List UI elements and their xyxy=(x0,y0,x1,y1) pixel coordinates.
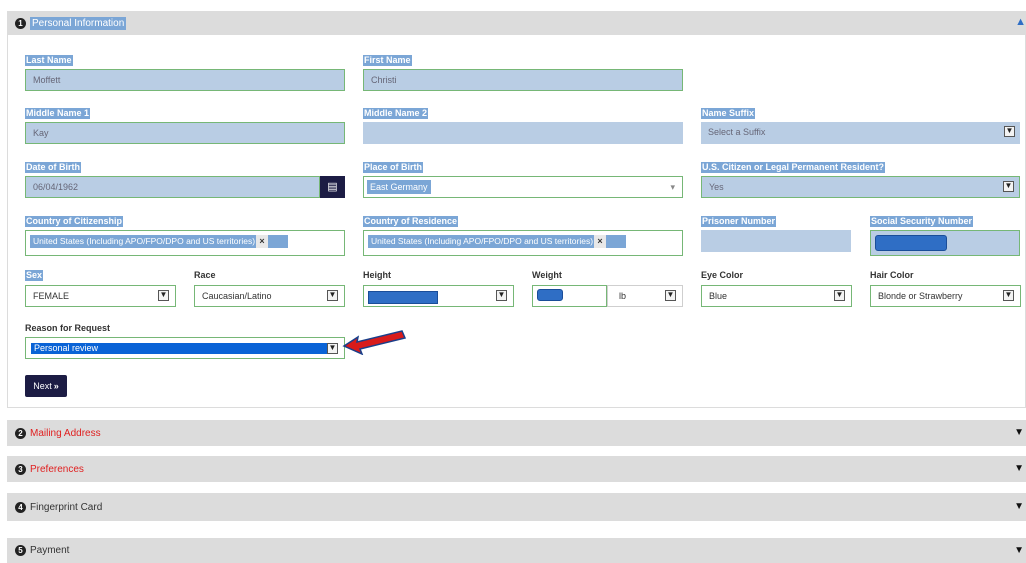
country-residence-input[interactable]: United States (Including APO/FPO/DPO and… xyxy=(363,230,683,256)
step-3-badge: 3 xyxy=(15,463,26,475)
height-redaction xyxy=(368,291,438,304)
ssn-redaction xyxy=(875,235,947,251)
step-2-badge: 2 xyxy=(15,427,26,439)
payment-panel[interactable]: 5 Payment ▼ xyxy=(7,538,1026,563)
calendar-icon: ▤ xyxy=(327,181,338,193)
step-4-badge: 4 xyxy=(15,501,26,513)
last-name-label: Last Name xyxy=(25,55,73,66)
dob-input[interactable]: 06/04/1962 xyxy=(25,176,320,198)
sex-label: Sex xyxy=(25,270,44,281)
remove-tag-icon[interactable]: × xyxy=(256,235,268,248)
chevron-down-icon: ▼ xyxy=(1003,181,1014,192)
preferences-title: Preferences xyxy=(30,463,84,475)
country-citizenship-tag: United States (Including APO/FPO/DPO and… xyxy=(30,235,256,248)
chevron-down-icon: ▼ xyxy=(1014,463,1024,474)
ssn-label: Social Security Number xyxy=(870,216,974,227)
chevron-down-icon: ▼ xyxy=(1014,427,1024,438)
citizen-label: U.S. Citizen or Legal Permanent Resident… xyxy=(701,162,886,173)
weight-label: Weight xyxy=(532,270,562,280)
chevron-down-icon: ▼ xyxy=(1014,544,1024,556)
step-1-badge: 1 xyxy=(15,17,26,29)
collapse-icon[interactable]: ▲ xyxy=(1015,16,1026,28)
hair-color-label: Hair Color xyxy=(870,270,914,280)
chevron-down-icon: ▼ xyxy=(496,290,507,301)
chevron-down-icon: ▼ xyxy=(1004,126,1015,137)
eye-color-select[interactable]: Blue ▼ xyxy=(701,285,852,307)
personal-info-title: Personal Information xyxy=(30,16,127,30)
fingerprint-card-panel[interactable]: 4 Fingerprint Card ▼ xyxy=(7,493,1026,521)
name-suffix-value: Select a Suffix xyxy=(708,127,766,137)
step-5-badge: 5 xyxy=(15,545,26,556)
last-name-input[interactable]: Moffett xyxy=(25,69,345,91)
weight-input[interactable] xyxy=(532,285,607,307)
country-residence-label: Country of Residence xyxy=(363,216,459,227)
mailing-address-panel[interactable]: 2 Mailing Address ▼ xyxy=(7,420,1026,446)
citizen-select[interactable]: Yes ▼ xyxy=(701,176,1020,198)
prisoner-number-input[interactable] xyxy=(701,230,851,252)
annotation-arrow xyxy=(342,330,407,355)
weight-unit-value: lb xyxy=(619,291,627,301)
weight-redaction xyxy=(537,289,563,301)
payment-title: Payment xyxy=(30,545,70,556)
chevron-down-icon: ▼ xyxy=(834,290,845,301)
sex-select[interactable]: FEMALE ▼ xyxy=(25,285,176,307)
name-suffix-select[interactable]: Select a Suffix ▼ xyxy=(701,122,1020,144)
race-value: Caucasian/Latino xyxy=(202,291,272,301)
chevron-down-icon: ▼ xyxy=(665,290,676,301)
dob-label: Date of Birth xyxy=(25,162,81,173)
double-chevron-right-icon: » xyxy=(53,381,59,391)
name-suffix-label: Name Suffix xyxy=(701,108,756,119)
hair-color-value: Blonde or Strawberry xyxy=(878,291,963,301)
race-label: Race xyxy=(194,270,216,280)
chevron-down-icon: ▼ xyxy=(1014,501,1024,512)
weight-unit-select[interactable]: lb ▼ xyxy=(607,285,683,307)
calendar-button[interactable]: ▤ xyxy=(320,176,345,198)
next-button[interactable]: Next» xyxy=(25,375,67,397)
ssn-input[interactable] xyxy=(870,230,1020,256)
place-of-birth-label: Place of Birth xyxy=(363,162,424,173)
tag-tail xyxy=(268,235,288,248)
middle-name-1-input[interactable]: Kay xyxy=(25,122,345,144)
reason-select[interactable]: Personal review ▼ xyxy=(25,337,345,359)
race-select[interactable]: Caucasian/Latino ▼ xyxy=(194,285,345,307)
country-citizenship-input[interactable]: United States (Including APO/FPO/DPO and… xyxy=(25,230,345,256)
reason-value: Personal review xyxy=(34,343,99,353)
middle-name-1-label: Middle Name 1 xyxy=(25,108,91,119)
country-citizenship-label: Country of Citizenship xyxy=(25,216,123,227)
country-residence-tag: United States (Including APO/FPO/DPO and… xyxy=(368,235,596,248)
tag-tail xyxy=(606,235,626,248)
first-name-input[interactable]: Christi xyxy=(363,69,683,91)
eye-color-value: Blue xyxy=(709,291,728,301)
place-of-birth-select[interactable]: East Germany ▾ xyxy=(363,176,683,198)
middle-name-2-input[interactable] xyxy=(363,122,683,144)
height-label: Height xyxy=(363,270,391,280)
chevron-down-icon: ▼ xyxy=(327,343,338,354)
middle-name-2-label: Middle Name 2 xyxy=(363,108,429,119)
hair-color-select[interactable]: Blonde or Strawberry ▼ xyxy=(870,285,1021,307)
mailing-address-title: Mailing Address xyxy=(30,427,101,439)
personal-info-header[interactable]: 1 Personal Information ▲ xyxy=(7,11,1026,35)
citizen-value: Yes xyxy=(709,182,724,192)
fingerprint-card-title: Fingerprint Card xyxy=(30,501,103,513)
reason-label: Reason for Request xyxy=(25,323,111,333)
height-select[interactable]: ▼ xyxy=(363,285,514,307)
chevron-down-icon: ▼ xyxy=(327,290,338,301)
first-name-label: First Name xyxy=(363,55,412,66)
remove-tag-icon[interactable]: × xyxy=(594,235,606,248)
chevron-down-icon: ▼ xyxy=(158,290,169,301)
next-label: Next xyxy=(33,381,52,391)
preferences-panel[interactable]: 3 Preferences ▼ xyxy=(7,456,1026,482)
sex-value: FEMALE xyxy=(33,291,70,301)
chevron-down-icon: ▼ xyxy=(1003,290,1014,301)
place-of-birth-value: East Germany xyxy=(367,180,431,194)
caret-down-icon: ▾ xyxy=(670,182,675,192)
eye-color-label: Eye Color xyxy=(701,270,744,280)
prisoner-number-label: Prisoner Number xyxy=(701,216,777,227)
